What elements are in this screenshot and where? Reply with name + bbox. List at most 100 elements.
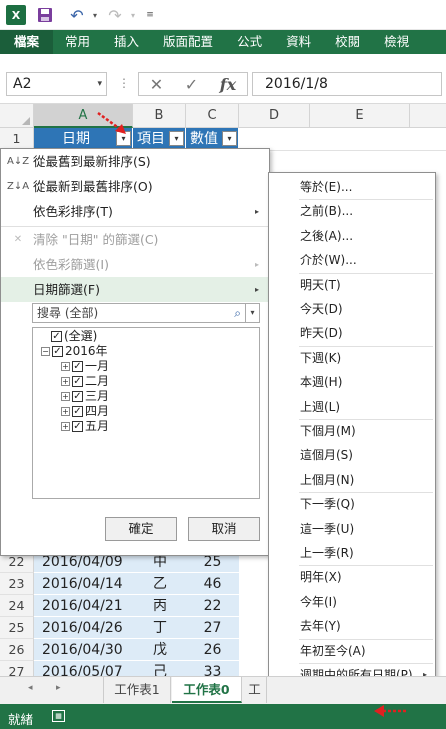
tab-home[interactable]: 常用 xyxy=(53,30,102,54)
filter-dropdown-value-icon[interactable]: ▾ xyxy=(222,131,237,146)
collapse-icon[interactable]: − xyxy=(41,347,50,356)
filter-dropdown-item-icon[interactable]: ▾ xyxy=(169,131,184,146)
undo-dropdown-icon[interactable]: ▾ xyxy=(90,5,100,25)
tab-page-layout[interactable]: 版面配置 xyxy=(151,30,225,54)
date-filter-option[interactable]: 今天(D) xyxy=(269,297,435,321)
date-filter-option[interactable]: 今年(I) xyxy=(269,590,435,614)
date-filter-option[interactable]: 之後(A)... xyxy=(269,224,435,248)
expand-icon[interactable]: + xyxy=(61,362,70,371)
cell-value[interactable]: 46 xyxy=(186,573,239,595)
redo-dropdown-icon[interactable]: ▾ xyxy=(128,5,138,25)
column-header-d[interactable]: D xyxy=(239,104,310,128)
row-header-1[interactable]: 1 xyxy=(0,128,34,150)
next-sheet-icon[interactable]: ▸ xyxy=(56,683,61,693)
sort-by-color[interactable]: 依色彩排序(T) ▸ xyxy=(1,199,269,224)
date-filter-option[interactable]: 等於(E)... xyxy=(269,175,435,199)
tree-year-2016[interactable]: − ✓ 2016年 xyxy=(41,344,108,359)
filter-search-input[interactable]: 搜尋 (全部) ⌕ ▾ xyxy=(32,303,260,323)
save-icon[interactable] xyxy=(36,5,54,25)
filter-by-color[interactable]: 依色彩篩選(I) ▸ xyxy=(1,252,269,277)
select-all-corner[interactable] xyxy=(0,104,34,128)
cell-value[interactable]: 26 xyxy=(186,639,239,661)
row-header[interactable]: 23 xyxy=(0,573,34,595)
date-filter-option[interactable]: 明年(X) xyxy=(269,565,435,589)
confirm-entry-icon[interactable]: ✓ xyxy=(185,75,198,94)
ok-button[interactable]: 確定 xyxy=(105,517,177,541)
header-cell-item[interactable]: 項目 ▾ xyxy=(133,128,186,150)
cancel-entry-icon[interactable]: ✕ xyxy=(150,75,163,94)
tree-select-all[interactable]: ✓ (全選) xyxy=(51,329,97,344)
tab-insert[interactable]: 插入 xyxy=(102,30,151,54)
cell-date[interactable]: 2016/04/26 xyxy=(34,617,133,639)
cell-item[interactable]: 乙 xyxy=(133,573,186,595)
search-dropdown-icon[interactable]: ▾ xyxy=(245,304,259,322)
date-filter-option[interactable]: 介於(W)... xyxy=(269,248,435,272)
customize-toolbar-icon[interactable]: ≡ xyxy=(144,5,156,25)
cell-value[interactable]: 22 xyxy=(186,595,239,617)
date-filter-option[interactable]: 下一季(Q) xyxy=(269,492,435,516)
tab-data[interactable]: 資料 xyxy=(274,30,323,54)
cancel-button[interactable]: 取消 xyxy=(188,517,260,541)
tree-month-jan[interactable]: + ✓ 一月 xyxy=(61,359,109,374)
date-filter-option[interactable]: 上個月(N) xyxy=(269,468,435,492)
tab-review[interactable]: 校閱 xyxy=(323,30,372,54)
insert-function-icon[interactable]: fx xyxy=(220,75,236,94)
name-box-dropdown-icon[interactable]: ▾ xyxy=(97,73,102,95)
checkbox-checked-icon[interactable]: ✓ xyxy=(72,376,83,387)
clear-filter-date[interactable]: ✕ 清除 "日期" 的篩選(C) xyxy=(1,227,269,252)
date-filter-option[interactable]: 下個月(M) xyxy=(269,419,435,443)
expand-icon[interactable]: + xyxy=(61,422,70,431)
checkbox-checked-icon[interactable]: ✓ xyxy=(72,391,83,402)
sheet-tab-more[interactable]: 工 xyxy=(243,677,267,703)
header-cell-value[interactable]: 數值 ▾ xyxy=(186,128,239,150)
expand-icon[interactable]: + xyxy=(61,377,70,386)
row-header[interactable]: 24 xyxy=(0,595,34,617)
cell-date[interactable]: 2016/04/21 xyxy=(34,595,133,617)
tree-month-feb[interactable]: + ✓ 二月 xyxy=(61,374,109,389)
date-filter-option[interactable]: 上週(L) xyxy=(269,395,435,419)
cell-item[interactable]: 戊 xyxy=(133,639,186,661)
column-header-e[interactable]: E xyxy=(310,104,410,128)
date-filter-option[interactable]: 這一季(U) xyxy=(269,517,435,541)
date-filters[interactable]: 日期篩選(F) ▸ xyxy=(1,277,269,302)
checkbox-checked-icon[interactable]: ✓ xyxy=(51,331,62,342)
column-header-b[interactable]: B xyxy=(133,104,186,128)
row-header[interactable]: 26 xyxy=(0,639,34,661)
redo-icon[interactable]: ↷ xyxy=(106,5,124,25)
row-header[interactable]: 25 xyxy=(0,617,34,639)
expand-icon[interactable]: + xyxy=(61,392,70,401)
macro-record-icon[interactable]: ▦ xyxy=(52,710,65,722)
sheet-tab-1[interactable]: 工作表1 xyxy=(103,677,171,703)
tab-file[interactable]: 檔案 xyxy=(0,30,54,54)
date-filter-option[interactable]: 明天(T) xyxy=(269,273,435,297)
checkbox-checked-icon[interactable]: ✓ xyxy=(72,361,83,372)
date-filter-option[interactable]: 之前(B)... xyxy=(269,199,435,223)
date-filter-option[interactable]: 上一季(R) xyxy=(269,541,435,565)
undo-icon[interactable]: ↶ xyxy=(68,5,86,25)
date-filter-option[interactable]: 昨天(D) xyxy=(269,321,435,345)
checkbox-checked-icon[interactable]: ✓ xyxy=(72,421,83,432)
date-filter-option[interactable]: 去年(Y) xyxy=(269,614,435,638)
cell-item[interactable]: 丙 xyxy=(133,595,186,617)
prev-sheet-icon[interactable]: ◂ xyxy=(28,683,33,693)
date-filter-option[interactable]: 這個月(S) xyxy=(269,443,435,467)
tree-month-apr[interactable]: + ✓ 四月 xyxy=(61,404,109,419)
sheet-tab-0[interactable]: 工作表0 xyxy=(172,677,242,703)
date-filter-option[interactable]: 本週(H) xyxy=(269,370,435,394)
tree-month-may[interactable]: + ✓ 五月 xyxy=(61,419,109,434)
tab-formulas[interactable]: 公式 xyxy=(225,30,274,54)
expand-icon[interactable]: + xyxy=(61,407,70,416)
sort-oldest-to-newest[interactable]: A↓Z 從最舊到最新排序(S) xyxy=(1,149,269,174)
cell-value[interactable]: 27 xyxy=(186,617,239,639)
date-filter-option[interactable]: 下週(K) xyxy=(269,346,435,370)
cell-date[interactable]: 2016/04/30 xyxy=(34,639,133,661)
excel-app-icon[interactable]: X xyxy=(6,5,26,25)
name-box[interactable]: A2 ▾ xyxy=(6,72,107,96)
checkbox-checked-icon[interactable]: ✓ xyxy=(52,346,63,357)
formula-input[interactable]: 2016/1/8 xyxy=(252,72,442,96)
sort-newest-to-oldest[interactable]: Z↓A 從最新到最舊排序(O) xyxy=(1,174,269,199)
checkbox-checked-icon[interactable]: ✓ xyxy=(72,406,83,417)
date-filter-option[interactable]: 年初至今(A) xyxy=(269,639,435,663)
cell-item[interactable]: 丁 xyxy=(133,617,186,639)
tab-view[interactable]: 檢視 xyxy=(372,30,421,54)
